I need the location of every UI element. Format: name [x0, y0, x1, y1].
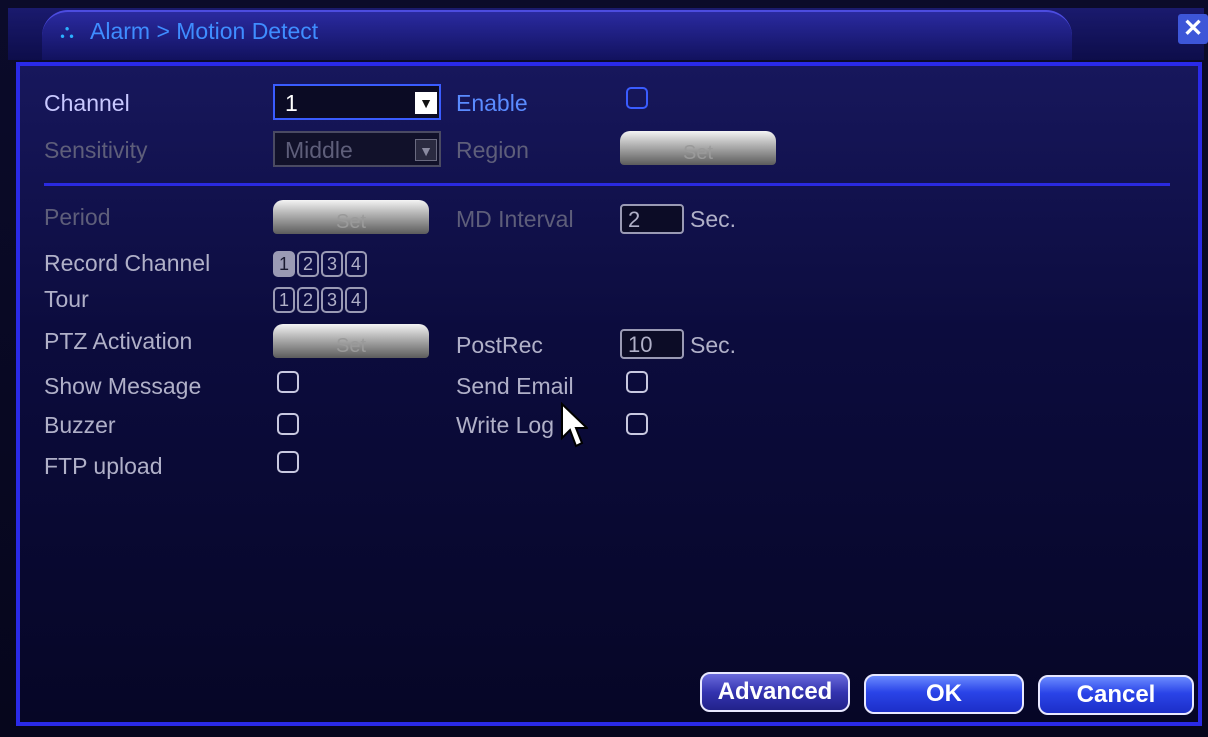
period-label: Period: [44, 204, 111, 230]
channel-value: 1: [285, 90, 298, 116]
chevron-down-icon: ▼: [415, 139, 437, 161]
tour-channel-4[interactable]: 4: [345, 287, 367, 313]
buzzer-label: Buzzer: [44, 412, 116, 438]
channel-label: Channel: [44, 90, 130, 116]
show-message-label: Show Message: [44, 373, 202, 399]
postrec-unit: Sec.: [690, 332, 737, 358]
write-log-checkbox[interactable]: [626, 413, 648, 435]
postrec-value: 10: [628, 332, 653, 357]
send-email-label: Send Email: [456, 373, 574, 399]
tour-channel-1[interactable]: 1: [273, 287, 295, 313]
channel-select[interactable]: 1 ▼: [273, 84, 441, 120]
md-interval-unit: Sec.: [690, 206, 737, 232]
cancel-button[interactable]: Cancel: [1038, 675, 1194, 715]
record-channel-4[interactable]: 4: [345, 251, 367, 277]
enable-label: Enable: [456, 90, 528, 116]
sensitivity-select[interactable]: Middle ▼: [273, 131, 441, 167]
mouse-pointer-icon: [561, 402, 588, 448]
period-set-button[interactable]: Set: [273, 200, 429, 234]
postrec-label: PostRec: [456, 332, 543, 358]
record-channel-label: Record Channel: [44, 250, 211, 276]
chevron-down-icon: ▼: [415, 92, 437, 114]
window-title: Alarm > Motion Detect: [90, 18, 319, 44]
close-button[interactable]: ✕: [1178, 14, 1208, 44]
sensitivity-value: Middle: [285, 137, 353, 163]
tour-label: Tour: [44, 286, 89, 312]
md-interval-label: MD Interval: [456, 206, 574, 232]
postrec-input[interactable]: 10: [620, 329, 684, 359]
advanced-button[interactable]: Advanced: [700, 672, 850, 712]
divider: [44, 183, 1170, 186]
ok-button[interactable]: OK: [864, 674, 1024, 714]
tour-channel-2[interactable]: 2: [297, 287, 319, 313]
record-channel-3[interactable]: 3: [321, 251, 343, 277]
ptz-activation-label: PTZ Activation: [44, 328, 193, 354]
md-interval-value: 2: [628, 207, 641, 232]
write-log-label: Write Log: [456, 412, 555, 438]
ftp-upload-checkbox[interactable]: [277, 451, 299, 473]
ftp-upload-label: FTP upload: [44, 453, 163, 479]
enable-checkbox[interactable]: [626, 87, 648, 109]
md-interval-input[interactable]: 2: [620, 204, 684, 234]
region-set-button[interactable]: Set: [620, 131, 776, 165]
close-icon: ✕: [1182, 15, 1204, 42]
buzzer-checkbox[interactable]: [277, 413, 299, 435]
sensitivity-label: Sensitivity: [44, 137, 148, 163]
record-channel-2[interactable]: 2: [297, 251, 319, 277]
tour-channel-3[interactable]: 3: [321, 287, 343, 313]
region-label: Region: [456, 137, 529, 163]
send-email-checkbox[interactable]: [626, 371, 648, 393]
alarm-icon: ⛬: [60, 21, 74, 43]
record-channel-1[interactable]: 1: [273, 251, 295, 277]
show-message-checkbox[interactable]: [277, 371, 299, 393]
ptz-set-button[interactable]: Set: [273, 324, 429, 358]
